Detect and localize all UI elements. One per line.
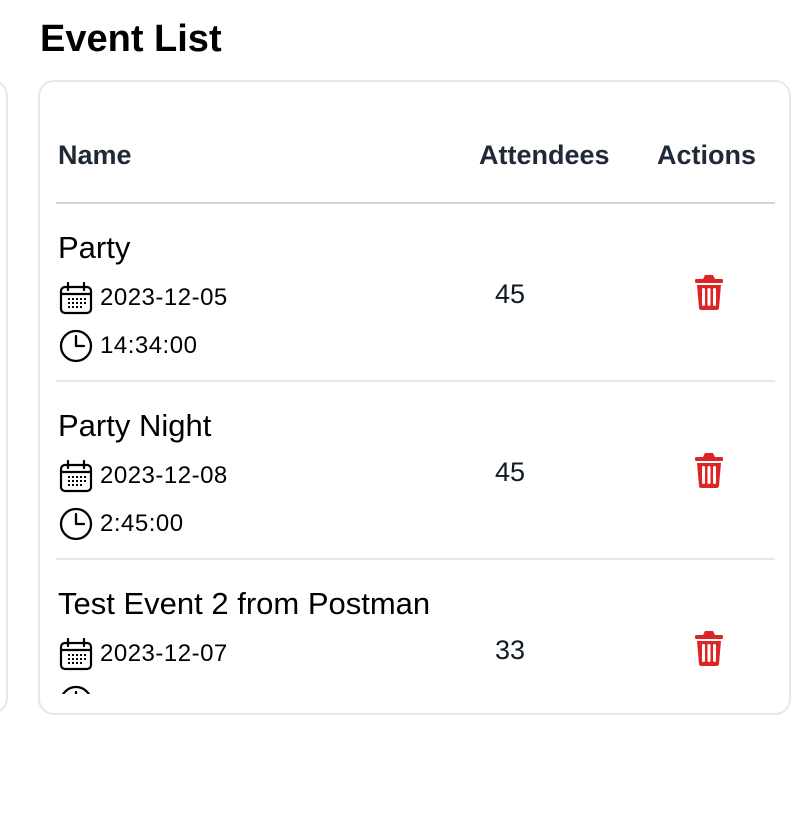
attendee-count: 45	[495, 457, 526, 487]
event-date: 2023-12-07	[58, 636, 228, 672]
table-row: Party 2023-12-05 14:34:00 45	[56, 204, 775, 382]
clock-icon	[58, 684, 94, 694]
attendee-count: 45	[495, 279, 526, 309]
event-date-text: 2023-12-05	[100, 284, 228, 311]
delete-event-button[interactable]	[692, 452, 726, 492]
clock-icon	[58, 328, 94, 364]
actions-column-header: Actions	[657, 140, 757, 170]
trash-icon	[694, 273, 724, 316]
event-date: 2023-12-08	[58, 458, 228, 494]
calendar-icon	[58, 280, 94, 316]
attendees-column-header: Attendees	[479, 140, 610, 170]
event-date-text: 2023-12-07	[100, 640, 228, 667]
event-list-page: Event List Name Attendees Actions Party	[0, 0, 802, 838]
calendar-icon	[58, 458, 94, 494]
event-table[interactable]: Name Attendees Actions Party 2023-12-05 …	[56, 82, 775, 694]
event-name: Test Event 2 from Postman	[58, 586, 431, 621]
left-panel-edge	[0, 80, 8, 714]
trash-icon	[694, 629, 724, 672]
event-name: Party Night	[58, 408, 212, 443]
event-time-text: 14:34:00	[100, 332, 198, 359]
attendee-count: 33	[495, 635, 526, 665]
page-title: Event List	[40, 18, 222, 60]
event-date-text: 2023-12-08	[100, 462, 228, 489]
event-time: 14:34:00	[58, 328, 197, 364]
table-row: Test Event 2 from Postman 2023-12-07 33	[56, 560, 775, 694]
calendar-icon	[58, 636, 94, 672]
event-time-text: 2:45:00	[100, 510, 184, 537]
table-row: Party Night 2023-12-08 2:45:00 45	[56, 382, 775, 560]
delete-event-button[interactable]	[692, 274, 726, 314]
event-name: Party	[58, 230, 131, 265]
event-list-card: Name Attendees Actions Party 2023-12-05 …	[38, 80, 791, 715]
delete-event-button[interactable]	[692, 630, 726, 670]
table-header: Name Attendees Actions	[56, 82, 775, 204]
event-date: 2023-12-05	[58, 280, 228, 316]
name-column-header: Name	[58, 140, 132, 170]
clock-icon	[58, 506, 94, 542]
event-time: 2:45:00	[58, 506, 184, 542]
trash-icon	[694, 451, 724, 494]
event-time	[58, 684, 100, 694]
